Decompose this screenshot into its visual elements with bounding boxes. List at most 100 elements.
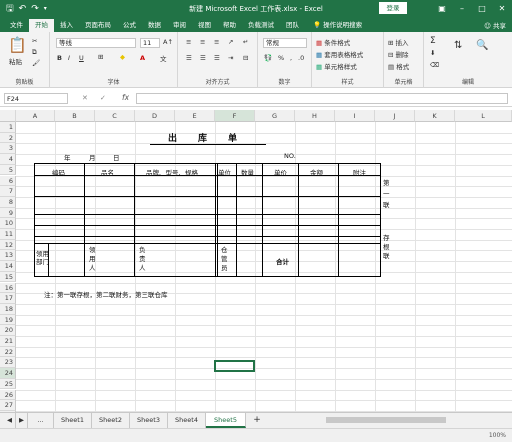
font-color-icon[interactable]: A xyxy=(140,54,145,62)
conditional-formatting-button[interactable]: ▦ 条件格式 xyxy=(316,37,350,47)
row-header[interactable]: 3 xyxy=(0,143,16,155)
bottom-align-icon[interactable]: ≡ xyxy=(214,38,219,46)
tab-team[interactable]: 团队 xyxy=(280,19,305,32)
tab-load-test[interactable]: 负载测试 xyxy=(242,19,280,32)
row-header[interactable]: 2 xyxy=(0,132,16,144)
tab-review[interactable]: 审阅 xyxy=(167,19,192,32)
comma-icon[interactable]: , xyxy=(290,54,292,62)
scroll-thumb[interactable] xyxy=(326,417,446,423)
login-button[interactable]: 登录 xyxy=(379,2,407,14)
delete-cells-button[interactable]: ⊟ 删除 xyxy=(388,49,409,59)
column-header-k[interactable]: K xyxy=(415,110,455,122)
tab-formulas[interactable]: 公式 xyxy=(117,19,142,32)
row-header[interactable]: 6 xyxy=(0,175,16,187)
row-header[interactable]: 22 xyxy=(0,346,16,358)
phonetic-icon[interactable]: 文 xyxy=(160,53,167,63)
cell-styles-button[interactable]: ▦ 单元格样式 xyxy=(316,61,357,71)
middle-align-icon[interactable]: ≡ xyxy=(200,38,205,46)
currency-icon[interactable]: 💱 xyxy=(264,54,272,62)
zoom-level[interactable]: 100% xyxy=(489,432,506,439)
row-header[interactable]: 7 xyxy=(0,186,16,197)
autosum-icon[interactable]: Σ xyxy=(430,36,436,46)
scroll-right-icon[interactable]: ▶ xyxy=(16,413,28,428)
tab-file[interactable]: 文件 xyxy=(4,19,29,32)
column-header-l[interactable]: L xyxy=(455,110,512,122)
tab-view[interactable]: 视图 xyxy=(192,19,217,32)
row-header[interactable]: 16 xyxy=(0,282,16,294)
column-header-j[interactable]: J xyxy=(375,110,415,122)
percent-icon[interactable]: % xyxy=(278,54,284,62)
underline-button[interactable]: U xyxy=(79,54,84,62)
cancel-icon[interactable]: ✕ xyxy=(82,94,88,102)
decimal-icon[interactable]: .0 xyxy=(298,54,304,62)
column-header-d[interactable]: D xyxy=(135,110,175,122)
insert-cells-button[interactable]: ⊞ 插入 xyxy=(388,37,409,47)
row-header[interactable]: 24 xyxy=(0,368,16,379)
row-header[interactable]: 13 xyxy=(0,250,16,262)
format-painter-icon[interactable]: 🖌 xyxy=(32,59,40,67)
maximize-icon[interactable]: □ xyxy=(472,0,492,17)
redo-icon[interactable]: ↷ xyxy=(31,4,39,14)
row-header[interactable]: 1 xyxy=(0,122,16,133)
more-sheets-icon[interactable]: … xyxy=(28,413,54,428)
tab-insert[interactable]: 插入 xyxy=(54,19,79,32)
column-header-c[interactable]: C xyxy=(95,110,135,122)
sheet-tab-1[interactable]: Sheet1 xyxy=(54,413,92,428)
scroll-left-icon[interactable]: ◀ xyxy=(4,413,16,428)
tell-me-search[interactable]: 💡 操作说明搜索 xyxy=(313,19,362,32)
cut-icon[interactable]: ✂ xyxy=(32,37,37,45)
column-header-h[interactable]: H xyxy=(295,110,335,122)
share-button[interactable]: ☺ 共享 xyxy=(484,20,506,30)
sheet-tab-2[interactable]: Sheet2 xyxy=(92,413,130,428)
close-icon[interactable]: ✕ xyxy=(492,0,512,17)
row-header[interactable]: 18 xyxy=(0,303,16,315)
row-header[interactable]: 15 xyxy=(0,271,16,283)
grow-font-icon[interactable]: A↑ xyxy=(163,38,173,46)
border-icon[interactable]: ⊞ xyxy=(98,53,103,61)
italic-button[interactable]: I xyxy=(68,54,70,62)
row-header[interactable]: 26 xyxy=(0,389,16,401)
row-header[interactable]: 21 xyxy=(0,336,16,347)
row-header[interactable]: 20 xyxy=(0,325,16,336)
row-header[interactable]: 9 xyxy=(0,207,16,219)
row-header[interactable]: 5 xyxy=(0,164,16,176)
fill-color-icon[interactable]: ◆ xyxy=(120,53,125,61)
select-all-corner[interactable] xyxy=(0,110,16,122)
orientation-icon[interactable]: ↗ xyxy=(228,38,233,46)
customize-icon[interactable]: ▾ xyxy=(44,5,47,12)
tab-data[interactable]: 数据 xyxy=(142,19,167,32)
sort-filter-icon[interactable]: ⇅ xyxy=(454,40,462,51)
row-header[interactable]: 4 xyxy=(0,154,16,165)
selected-cell-f24[interactable] xyxy=(214,360,255,372)
ribbon-display-icon[interactable]: ▣ xyxy=(432,0,452,17)
sheet-tab-4[interactable]: Sheet4 xyxy=(168,413,206,428)
row-header[interactable]: 12 xyxy=(0,239,16,251)
format-as-table-button[interactable]: ▦ 套用表格格式 xyxy=(316,49,363,59)
formula-input[interactable] xyxy=(136,93,508,104)
format-cells-button[interactable]: ▤ 格式 xyxy=(388,61,409,71)
minimize-icon[interactable]: – xyxy=(452,0,472,17)
horizontal-scrollbar[interactable] xyxy=(320,413,512,428)
merge-center-icon[interactable]: ⊟ xyxy=(243,54,248,62)
row-header[interactable]: 17 xyxy=(0,293,16,304)
tab-help[interactable]: 帮助 xyxy=(217,19,242,32)
function-icon[interactable]: fx xyxy=(122,93,129,102)
paste-button[interactable]: 粘贴 xyxy=(9,56,22,66)
column-header-b[interactable]: B xyxy=(55,110,95,122)
enter-icon[interactable]: ✓ xyxy=(100,94,106,102)
paste-icon[interactable]: 📋 xyxy=(8,36,27,54)
copy-icon[interactable]: ⧉ xyxy=(32,48,37,57)
column-header-f[interactable]: F xyxy=(215,110,255,122)
right-align-icon[interactable]: ☰ xyxy=(214,54,220,62)
indent-icon[interactable]: ⇥ xyxy=(228,54,233,62)
row-header[interactable]: 11 xyxy=(0,229,16,240)
worksheet-grid[interactable]: A B C D E F G H I J K L 1 2 3 4 5 6 7 8 9 10 11 12 1… xyxy=(0,110,512,412)
name-box[interactable]: F24 xyxy=(4,93,68,104)
row-header[interactable]: 27 xyxy=(0,400,16,411)
row-header[interactable]: 8 xyxy=(0,196,16,208)
tab-home[interactable]: 开始 xyxy=(29,19,54,32)
fill-icon[interactable]: ⬇ xyxy=(430,49,435,57)
font-size-select[interactable]: 11 xyxy=(140,38,160,48)
clear-icon[interactable]: ⌫ xyxy=(430,61,439,69)
column-header-a[interactable]: A xyxy=(16,110,55,122)
